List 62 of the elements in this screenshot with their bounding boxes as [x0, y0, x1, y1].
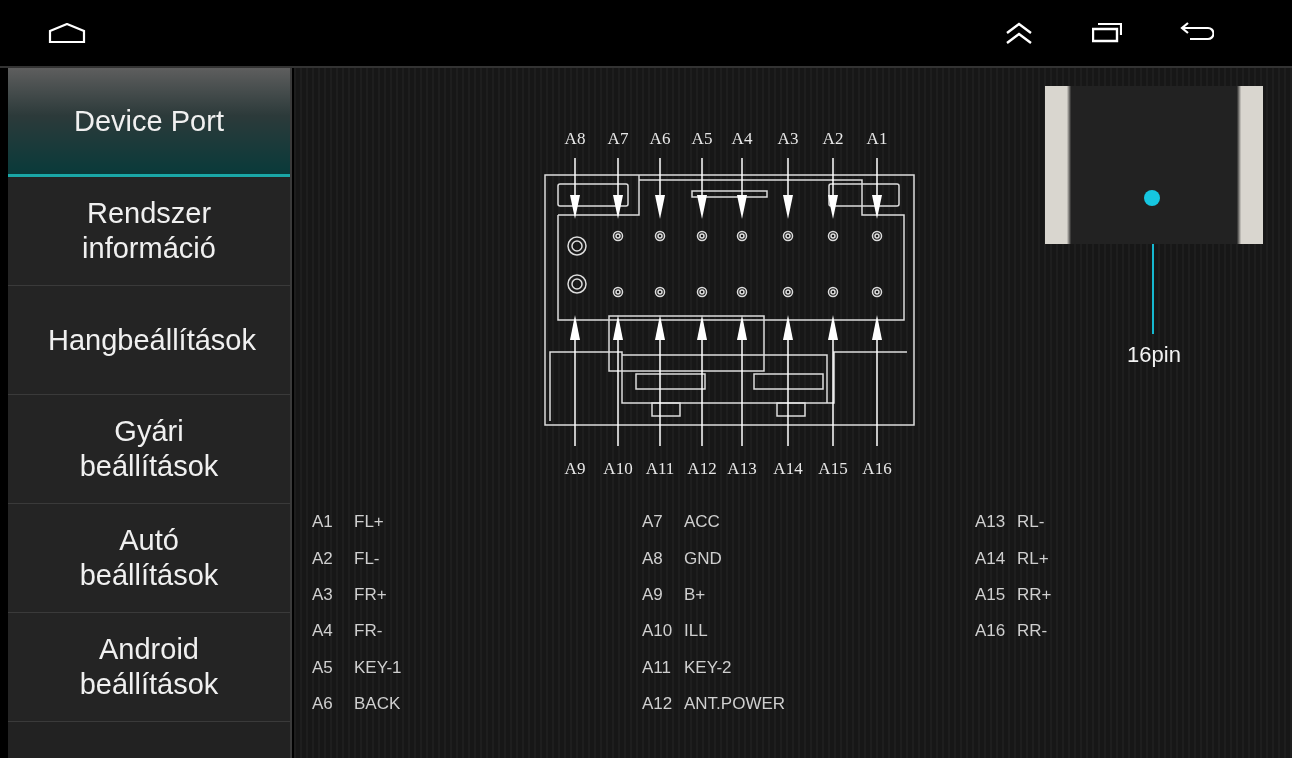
pin-signal: FL+: [354, 512, 384, 533]
pin-number: A7: [642, 512, 664, 533]
pin-signal: RL-: [1017, 512, 1045, 533]
sidebar-item[interactable]: Device Port: [8, 68, 290, 177]
pin-arrow: [570, 157, 580, 219]
pin-signal: ANT.POWER: [684, 694, 786, 715]
pin-number: A13: [975, 512, 1007, 533]
pin-signal: ACC: [684, 512, 720, 533]
pin-signal: KEY-2: [684, 657, 732, 678]
pin-signal: B+: [684, 584, 706, 605]
pin-arrow: [872, 157, 882, 219]
pin-number: A8: [642, 548, 664, 569]
pin-label: A11: [645, 459, 675, 478]
pin-label: A4: [731, 129, 753, 148]
pin-arrow: [737, 157, 747, 219]
pin-signal: KEY-1: [354, 657, 402, 678]
pin-signal: ILL: [684, 621, 708, 642]
pin-label: A6: [649, 129, 671, 148]
pin-signal: FL-: [354, 548, 380, 569]
pin-label: A9: [564, 459, 586, 478]
pin-number: A5: [312, 657, 334, 678]
pin-label: A13: [727, 459, 757, 478]
pin-number: A10: [642, 621, 674, 642]
pin-label: A1: [866, 129, 888, 148]
pin-number: A4: [312, 621, 334, 642]
pin-number: A9: [642, 584, 664, 605]
pin-signal: FR-: [354, 621, 383, 642]
pin-arrow: [783, 157, 793, 219]
pin-number: A16: [975, 621, 1007, 642]
pin-signal: GND: [684, 548, 722, 569]
pin-label: A12: [687, 459, 717, 478]
pin-number: A6: [312, 694, 334, 715]
pin-label: A7: [607, 129, 629, 148]
pin-number: A2: [312, 548, 334, 569]
pin-label: A8: [564, 129, 586, 148]
pin-arrow: [613, 157, 623, 219]
pin-arrow: [697, 157, 707, 219]
pin-arrow: [655, 157, 665, 219]
pin-number: A11: [642, 657, 672, 678]
pin-label: A10: [603, 459, 633, 478]
pin-label: A16: [862, 459, 892, 478]
connector-label: 16pin: [1127, 342, 1181, 368]
pin-label: A15: [818, 459, 848, 478]
recent-apps-icon[interactable]: [1092, 21, 1122, 43]
pin-signal: BACK: [354, 694, 401, 715]
pin-signal: RR-: [1017, 621, 1048, 642]
double-chevron-up-icon[interactable]: [1004, 21, 1034, 45]
pin-signal: RR+: [1017, 584, 1052, 605]
pin-label: A14: [773, 459, 803, 478]
pin-signal: FR+: [354, 584, 387, 605]
pin-number: A14: [975, 548, 1007, 569]
pin-label: A3: [777, 129, 799, 148]
pin-signal: RL+: [1017, 548, 1049, 569]
back-icon[interactable]: [1180, 21, 1214, 41]
pin-number: A12: [642, 694, 674, 715]
pin-arrow: [828, 157, 838, 219]
pin-number: A15: [975, 584, 1007, 605]
home-icon[interactable]: [48, 23, 86, 43]
pin-label: A5: [691, 129, 713, 148]
pin-label: A2: [822, 129, 844, 148]
pin-number: A3: [312, 584, 334, 605]
pin-number: A1: [312, 512, 334, 533]
